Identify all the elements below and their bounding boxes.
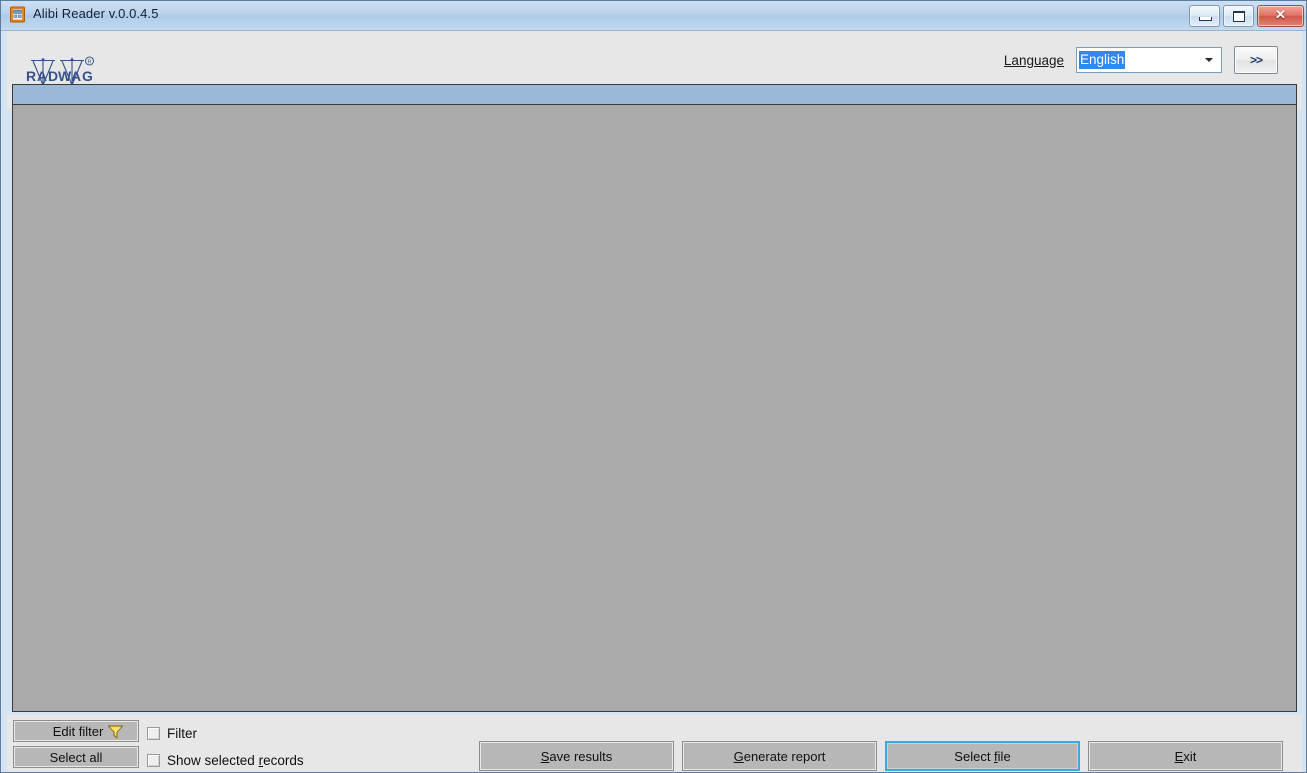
select-file-label: Select file: [954, 748, 1011, 764]
client-area: R R A D W A G Language English >> Edit f…: [1, 31, 1306, 772]
bottom-toolbar: Edit filter Select all Invert selection: [7, 715, 1302, 772]
grid-body-empty[interactable]: [13, 105, 1296, 711]
records-grid[interactable]: [12, 84, 1297, 712]
filter-checkbox-label: Filter: [167, 725, 197, 741]
window-controls: ✕: [1189, 5, 1304, 27]
generate-report-label: Generate report: [733, 748, 826, 764]
alibi-reader-window: Alibi Reader v.0.0.4.5 ✕ R R A D W A G L…: [0, 0, 1307, 773]
reader-document-icon: [9, 6, 26, 23]
language-combobox[interactable]: English: [1076, 47, 1222, 73]
language-label: Language: [1003, 52, 1064, 68]
filter-checkbox[interactable]: [147, 726, 160, 740]
select-all-label: Select all: [49, 749, 103, 765]
registered-mark-icon: R: [85, 56, 94, 66]
maximize-icon: [1233, 11, 1245, 22]
chevron-down-icon: [1205, 58, 1213, 62]
title-bar-left-group: Alibi Reader v.0.0.4.5: [9, 5, 159, 23]
svg-text:R: R: [26, 68, 37, 84]
select-all-button[interactable]: Select all: [13, 746, 139, 768]
save-results-button[interactable]: Save results: [479, 741, 674, 771]
svg-text:W: W: [58, 68, 72, 84]
generate-report-button[interactable]: Generate report: [682, 741, 877, 771]
edit-filter-label: Edit filter: [52, 723, 104, 739]
title-bar: Alibi Reader v.0.0.4.5 ✕: [1, 1, 1306, 31]
maximize-button[interactable]: [1223, 5, 1254, 27]
select-file-button[interactable]: Select file: [885, 741, 1080, 771]
minimize-button[interactable]: [1189, 5, 1220, 27]
close-button[interactable]: ✕: [1257, 5, 1304, 27]
window-title: Alibi Reader v.0.0.4.5: [33, 6, 159, 21]
more-options-button[interactable]: >>: [1234, 46, 1278, 74]
minimize-icon: [1199, 17, 1212, 21]
svg-text:A: A: [71, 68, 82, 84]
filter-checkbox-row[interactable]: Filter: [147, 721, 304, 745]
svg-text:A: A: [37, 68, 48, 84]
action-button-group: Save results Generate report Select file…: [479, 741, 1283, 771]
filter-checkbox-group: Filter Show selected records: [147, 721, 304, 772]
svg-text:R: R: [88, 60, 92, 66]
edit-filter-button[interactable]: Edit filter: [13, 720, 139, 742]
grid-column-header-row: [13, 85, 1296, 105]
exit-button[interactable]: Exit: [1088, 741, 1283, 771]
language-selector-group: Language English >>: [1004, 46, 1278, 74]
language-selected-value: English: [1079, 51, 1126, 69]
funnel-filter-icon: [107, 724, 124, 740]
close-icon: ✕: [1275, 7, 1286, 22]
show-selected-records-label: Show selected records: [167, 752, 304, 768]
exit-label: Exit: [1174, 748, 1197, 764]
show-selected-records-checkbox[interactable]: [147, 753, 160, 767]
show-selected-records-checkbox-row[interactable]: Show selected records: [147, 748, 304, 772]
save-results-label: Save results: [540, 748, 613, 764]
language-dropdown-button[interactable]: [1198, 49, 1220, 71]
svg-text:G: G: [82, 68, 94, 84]
